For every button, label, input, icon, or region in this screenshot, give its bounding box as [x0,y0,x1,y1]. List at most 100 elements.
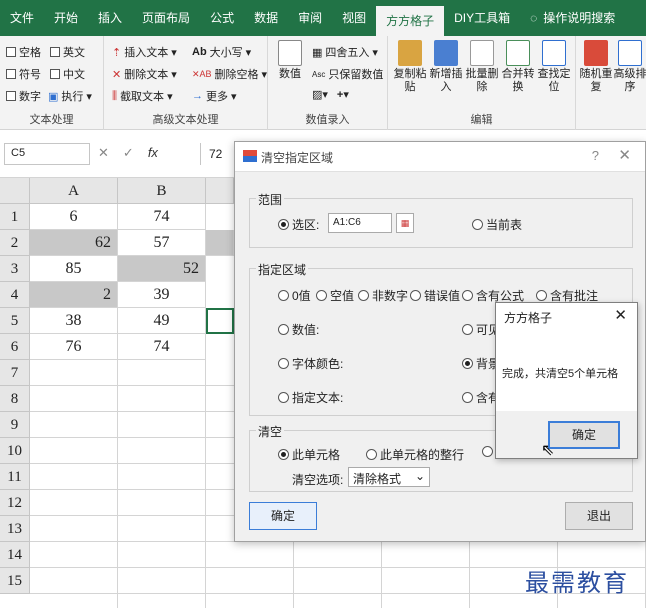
row-header[interactable]: 1 [0,204,30,230]
cut-text-button[interactable]: ⫼ 截取文本 ▾ [112,88,173,104]
clear-legend: 清空 [256,423,285,440]
cell-c2[interactable] [206,230,234,256]
row-header[interactable]: 4 [0,282,30,308]
tab-home[interactable]: 开始 [44,0,88,36]
exit-button[interactable]: 退出 [565,502,633,530]
insert-text-button[interactable]: ⇡ 插入文本 ▾ [112,44,177,60]
value-tools[interactable]: ▨▾ +▾ [312,88,349,101]
row-header[interactable]: 13 [0,516,30,542]
name-box[interactable]: C5 [4,143,90,165]
row-header[interactable]: 11 [0,464,30,490]
plus-icon[interactable]: +▾ [337,88,349,101]
tab-data[interactable]: 数据 [244,0,288,36]
message-ok-button[interactable]: 确定 [548,421,620,449]
zero-radio[interactable]: 0值 [278,287,311,304]
cell-a5[interactable]: 38 [30,308,118,334]
tab-review[interactable]: 审阅 [288,0,332,36]
tab-search[interactable]: ◌ 操作说明搜索 [520,0,625,36]
cell-b5[interactable]: 49 [118,308,206,334]
mouse-pointer-icon: ⇖ [541,442,555,459]
column-header-a[interactable]: A [30,178,118,204]
insert-text-icon: ⇡ [112,46,122,59]
delete-text-icon: ✕ [112,68,122,81]
tab-formulas[interactable]: 公式 [200,0,244,36]
random-repeat-button[interactable]: 随机重复 [578,40,614,94]
round-button[interactable]: ▦ 四舍五入 ▾ [312,44,378,60]
clear-cell-radio[interactable]: 此单元格 [278,446,340,463]
cell-b6[interactable]: 74 [118,334,206,360]
digit-checkbox[interactable]: 数字 ▣ 执行 ▾ [6,88,92,104]
cell-a2[interactable]: 62 [30,230,118,256]
tab-insert[interactable]: 插入 [88,0,132,36]
case-button[interactable]: Ab 大小写 ▾ [192,44,251,60]
error-radio[interactable]: 错误值 [410,287,460,304]
cell-a4[interactable]: 2 [30,282,118,308]
find-locate-button[interactable]: 查找定位 [536,40,572,94]
execute-button[interactable]: 执行 [61,88,83,104]
cell-b4[interactable]: 39 [118,282,206,308]
edit-group: 复制粘贴 新增插入 批量删除 合并转换 查找定位 编辑 [388,36,576,130]
selection-radio[interactable]: 选区: [278,216,319,233]
column-header-b[interactable]: B [118,178,206,204]
selection-input[interactable]: A1:C6 [328,213,392,233]
value-radio[interactable]: 数值: [278,321,319,338]
range-fieldset: 范围 选区: A1:C6 ▦ 当前表 [249,191,633,248]
cell-a3[interactable]: 85 [30,256,118,282]
row-header[interactable]: 15 [0,568,30,594]
cell-c5-selected[interactable] [206,308,234,334]
cell-b1[interactable]: 74 [118,204,206,230]
cancel-icon[interactable]: ✕ [98,145,109,161]
delete-space-button[interactable]: ✕AB 删除空格 ▾ [192,66,267,82]
new-insert-button[interactable]: 新增插入 [428,40,464,94]
clear-option-select[interactable]: 清除格式 ⌄ [348,467,430,487]
row-header[interactable]: 3 [0,256,30,282]
ok-button[interactable]: 确定 [249,502,317,530]
row-header[interactable]: 7 [0,360,30,386]
row-header[interactable]: 9 [0,412,30,438]
cell-a6[interactable]: 76 [30,334,118,360]
select-all-corner[interactable] [0,178,30,204]
row-header[interactable]: 10 [0,438,30,464]
row-header[interactable]: 12 [0,490,30,516]
cell-b2[interactable]: 57 [118,230,206,256]
tab-file[interactable]: 文件 [0,0,44,36]
help-icon[interactable]: ? [592,148,599,163]
formula-input[interactable]: 72 [200,143,234,165]
advanced-sort-button[interactable]: 高级排序 [612,40,646,94]
clear-column-radio[interactable] [482,446,493,457]
non-number-radio[interactable]: 非数字 [358,287,408,304]
tab-view[interactable]: 视图 [332,0,376,36]
close-icon[interactable]: ✕ [618,146,631,164]
symbol-checkbox[interactable]: 符号 中文 [6,66,85,82]
tab-page-layout[interactable]: 页面布局 [132,0,200,36]
tab-fangfang[interactable]: 方方格子 [376,6,445,36]
batch-delete-button[interactable]: 批量删除 [464,40,500,94]
row-header[interactable]: 2 [0,230,30,256]
row-header[interactable]: 6 [0,334,30,360]
tab-diy-toolbox[interactable]: DIY工具箱 [444,0,520,36]
keep-value-button[interactable]: Asc 只保留数值 [312,66,383,82]
check-icon[interactable]: ✓ [123,145,134,161]
range-picker-icon[interactable]: ▦ [396,213,414,233]
cell-b3[interactable]: 52 [118,256,206,282]
more-button[interactable]: → 更多 ▾ [192,88,237,104]
row-header[interactable]: 14 [0,542,30,568]
clear-row-radio[interactable]: 此单元格的整行 [366,446,464,463]
row-header[interactable]: 8 [0,386,30,412]
copy-paste-button[interactable]: 复制粘贴 [392,40,428,94]
chinese-checkbox[interactable] [50,69,60,79]
fx-icon[interactable]: fx [148,145,158,161]
current-sheet-radio[interactable]: 当前表 [472,216,522,233]
cell-a1[interactable]: 6 [30,204,118,230]
column-header-c[interactable] [206,178,234,204]
merge-convert-button[interactable]: 合并转换 [500,40,536,94]
english-checkbox[interactable] [50,47,60,57]
value-button[interactable]: 数值 [272,40,308,81]
space-checkbox[interactable]: 空格 英文 [6,44,85,60]
empty-radio[interactable]: 空值 [316,287,354,304]
close-icon[interactable]: ✕ [614,306,627,324]
row-header[interactable]: 5 [0,308,30,334]
font-color-radio[interactable]: 字体颜色: [278,355,343,372]
text-radio[interactable]: 指定文本: [278,389,343,406]
delete-text-button[interactable]: ✕ 删除文本 ▾ [112,66,177,82]
